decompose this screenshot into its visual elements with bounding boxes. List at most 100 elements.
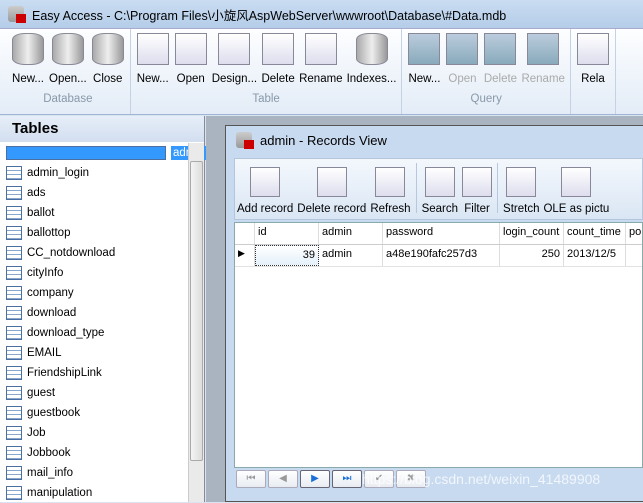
new-query-icon — [408, 33, 441, 65]
cell-id[interactable]: 39 — [255, 245, 319, 266]
table-item[interactable]: ballot — [6, 203, 188, 223]
button-label: Refresh — [370, 203, 411, 215]
ribbon-button-open-query[interactable]: Open — [443, 29, 481, 93]
delete-query-icon — [484, 33, 517, 65]
table-item[interactable]: download_type — [6, 323, 188, 343]
ribbon-button-new-query[interactable]: New... — [405, 29, 443, 93]
current-row-indicator: ▶ — [235, 245, 255, 266]
column-header-login_count[interactable]: login_count — [500, 223, 564, 244]
table-icon — [6, 426, 22, 440]
tables-list: admin admin_loginads ballot ballottop CC_not… — [6, 143, 207, 503]
cell-po[interactable] — [626, 245, 641, 266]
table-item[interactable]: admin_login — [6, 163, 188, 183]
relations-icon — [576, 33, 609, 65]
delete-record-icon — [316, 167, 347, 197]
column-header-count_time[interactable]: count_time — [564, 223, 626, 244]
table-item[interactable]: download — [6, 303, 188, 323]
scroll-thumb[interactable] — [190, 161, 203, 461]
records-window: admin - Records View Add record Delete re… — [225, 125, 643, 502]
window-title: Easy Access - C:\Program Files\小旋风AspWeb… — [32, 8, 507, 23]
button-label: Design... — [211, 73, 258, 85]
ribbon-button-relations[interactable]: Rela — [574, 29, 612, 93]
table-icon — [6, 286, 22, 300]
column-header-id[interactable]: id — [255, 223, 319, 244]
table-icon — [6, 386, 22, 400]
next-record-button[interactable]: ▶ — [300, 470, 330, 488]
table-item[interactable]: Job — [6, 423, 188, 443]
filter-button[interactable]: Filter — [460, 167, 494, 219]
table-item[interactable]: cityInfo — [6, 263, 188, 283]
ribbon-button-indexes[interactable]: Indexes... — [345, 29, 399, 93]
table-item[interactable]: guest — [6, 383, 188, 403]
table-item[interactable]: Jobbook — [6, 443, 188, 463]
search-icon — [424, 167, 455, 197]
ribbon-buttons: New... Open... Close — [9, 29, 127, 93]
table-item[interactable]: CC_notdownload — [6, 243, 188, 263]
group-label — [574, 93, 612, 111]
design-table-icon — [218, 33, 251, 65]
cell-admin[interactable]: admin — [319, 245, 383, 266]
ribbon-button-open-table[interactable]: Open — [172, 29, 210, 93]
button-label: New... — [12, 73, 44, 85]
cell-password[interactable]: a48e190fafc257d3 — [383, 245, 500, 266]
column-header-password[interactable]: password — [383, 223, 500, 244]
ribbon-button-rename-query[interactable]: Rename — [519, 29, 566, 93]
header-row: id admin password login_count count_time po — [235, 223, 642, 245]
button-label: Delete record — [297, 203, 367, 215]
table-item[interactable]: admin — [6, 143, 207, 163]
table-name: ballot — [27, 207, 55, 219]
prior-record-button[interactable]: ◀ — [268, 470, 298, 488]
ribbon-button-design-table[interactable]: Design... — [210, 29, 259, 93]
add-record-icon — [250, 167, 281, 197]
ribbon-group: New... Open Design... Delete Rename Indexes..… — [131, 29, 403, 114]
table-item[interactable]: company — [6, 283, 188, 303]
refresh-icon — [375, 167, 406, 197]
table-icon — [6, 226, 22, 240]
table-name: Jobbook — [27, 447, 71, 459]
table-item[interactable]: guestbook — [6, 403, 188, 423]
first-record-button[interactable]: ⏮ — [236, 470, 266, 488]
table-item[interactable]: manipulation — [6, 483, 188, 503]
ole-picture-button[interactable]: OLE as pictu — [541, 167, 611, 219]
ribbon-button-new-database[interactable]: New... — [9, 29, 47, 93]
button-label: Rela — [581, 73, 605, 85]
ribbon-button-new-table[interactable]: New... — [134, 29, 172, 93]
add-record-button[interactable]: Add record — [235, 167, 295, 219]
ribbon-button-close-database[interactable]: Close — [89, 29, 127, 93]
open-table-icon — [174, 33, 207, 65]
watermark: https://blog.csdn.net/weixin_41489908 — [362, 471, 601, 487]
cell-login_count[interactable]: 250 — [500, 245, 564, 266]
table-item[interactable]: EMAIL — [6, 343, 188, 363]
table-name: EMAIL — [27, 347, 62, 359]
title-bar: Easy Access - C:\Program Files\小旋风AspWeb… — [0, 0, 643, 28]
table-icon — [6, 366, 22, 380]
delete-record-button[interactable]: Delete record — [295, 167, 368, 219]
ribbon-button-delete-query[interactable]: Delete — [481, 29, 519, 93]
ribbon-button-open-database[interactable]: Open... — [47, 29, 89, 93]
delete-table-icon — [262, 33, 295, 65]
ribbon-button-delete-table[interactable]: Delete — [259, 29, 297, 93]
table-row[interactable]: ▶ 39 admin a48e190fafc257d3 250 2013/12/5 — [235, 245, 642, 267]
ole-picture-icon — [561, 167, 592, 197]
ribbon-group: Rela — [571, 29, 616, 114]
ribbon-button-rename[interactable]: Rename — [297, 29, 344, 93]
stretch-button[interactable]: Stretch — [501, 167, 541, 219]
records-grid: id admin password login_count count_time po ▶ 3… — [234, 222, 643, 468]
search-button[interactable]: Search — [420, 167, 460, 219]
column-header-admin[interactable]: admin — [319, 223, 383, 244]
button-label: Rename — [521, 73, 565, 85]
table-item[interactable]: ballottop — [6, 223, 188, 243]
refresh-button[interactable]: Refresh — [368, 167, 412, 219]
ribbon-group: New... Open... Close Database — [6, 29, 131, 114]
table-item[interactable]: ads — [6, 183, 188, 203]
tables-scrollbar[interactable] — [188, 143, 204, 502]
table-item[interactable]: FriendshipLink — [6, 363, 188, 383]
table-item[interactable]: mail_info — [6, 463, 188, 483]
records-toolbar: Add record Delete record Refresh Search Filt… — [234, 158, 643, 220]
table-name: download_type — [27, 327, 105, 339]
cell-count_time[interactable]: 2013/12/5 — [564, 245, 626, 266]
button-label: Search — [421, 203, 459, 215]
table-name: guestbook — [27, 407, 81, 419]
column-header-po[interactable]: po — [626, 223, 641, 244]
last-record-button[interactable]: ⏭ — [332, 470, 362, 488]
